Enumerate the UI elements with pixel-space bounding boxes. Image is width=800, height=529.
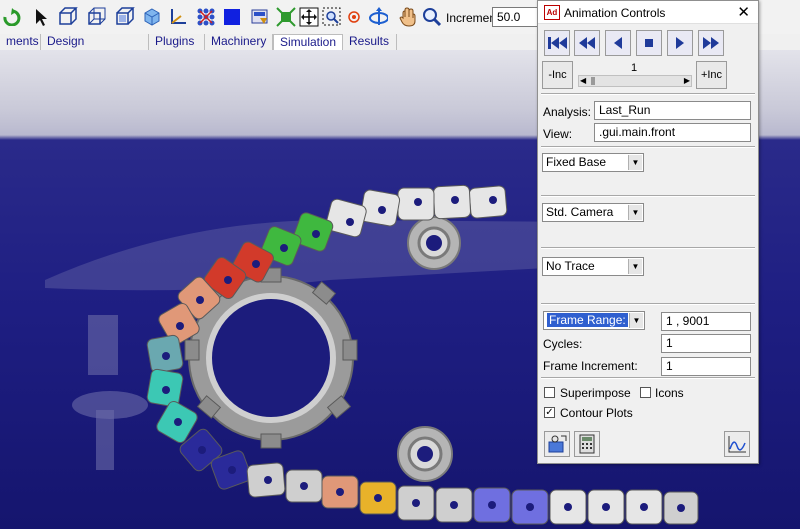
icons-label: Icons bbox=[655, 386, 684, 400]
tab-results[interactable]: Results bbox=[343, 34, 397, 50]
rotate-icon[interactable] bbox=[368, 7, 388, 27]
view-field[interactable]: .gui.main.front bbox=[594, 123, 751, 142]
step-back-icon bbox=[579, 37, 595, 49]
play-forward-button[interactable] bbox=[667, 30, 693, 56]
superimpose-checkbox[interactable] bbox=[544, 387, 555, 398]
slider-right-arrow-icon[interactable]: ▶ bbox=[684, 76, 690, 85]
base-select-value: Fixed Base bbox=[546, 155, 607, 169]
contour-plots-checkbox[interactable]: ✓ bbox=[544, 407, 555, 418]
base-select[interactable]: Fixed Base ▼ bbox=[542, 153, 644, 172]
divider bbox=[541, 195, 755, 197]
tab-plugins[interactable]: Plugins bbox=[149, 34, 205, 50]
slider-thumb[interactable] bbox=[591, 77, 595, 85]
upper-idler-pulley bbox=[407, 216, 461, 270]
zoom-icon[interactable] bbox=[422, 7, 442, 27]
tab-machinery[interactable]: Machinery bbox=[205, 34, 273, 50]
chevron-down-icon[interactable]: ▼ bbox=[628, 205, 642, 220]
calculator-button[interactable] bbox=[574, 431, 600, 457]
fit-zoom-icon[interactable] bbox=[299, 7, 319, 27]
app-logo-icon: Ad bbox=[544, 5, 560, 20]
mesh-grid-icon[interactable] bbox=[196, 7, 216, 27]
analysis-label: Analysis: bbox=[543, 105, 592, 119]
view-label: View: bbox=[543, 127, 573, 141]
chevron-down-icon[interactable]: ▼ bbox=[628, 155, 642, 170]
frame-range-field[interactable]: 1 , 9001 bbox=[661, 312, 751, 331]
trace-select-value: No Trace bbox=[546, 259, 595, 273]
animation-controls-dialog: Ad Animation Controls ✕ -Inc +Inc 1 ◀ ▶ … bbox=[537, 0, 759, 464]
cube-icon[interactable] bbox=[142, 7, 162, 27]
divider bbox=[541, 146, 755, 148]
cycles-field[interactable]: 1 bbox=[661, 334, 751, 353]
trace-select[interactable]: No Trace ▼ bbox=[542, 257, 644, 276]
slider-left-arrow-icon[interactable]: ◀ bbox=[580, 76, 586, 85]
render-icon[interactable] bbox=[250, 7, 270, 27]
step-back-button[interactable] bbox=[574, 30, 600, 56]
camera-select[interactable]: Std. Camera ▼ bbox=[542, 203, 644, 222]
cycles-label: Cycles: bbox=[543, 337, 583, 351]
lower-idler-pulley bbox=[397, 426, 453, 482]
play-reverse-icon bbox=[614, 37, 622, 49]
frame-increment-label: Frame Increment: bbox=[543, 359, 638, 373]
stop-icon bbox=[645, 39, 653, 47]
blue-square-icon[interactable] bbox=[222, 7, 242, 27]
divider bbox=[541, 93, 755, 95]
camera-select-value: Std. Camera bbox=[546, 205, 614, 219]
calculator-icon bbox=[579, 434, 595, 454]
increment-frame-button[interactable]: +Inc bbox=[696, 61, 727, 89]
frame-range-select-value: Frame Range: bbox=[547, 313, 628, 327]
tab-elements[interactable]: ments bbox=[0, 34, 41, 50]
divider bbox=[541, 303, 755, 305]
superimpose-label: Superimpose bbox=[560, 386, 631, 400]
tab-design-exploration[interactable]: Design Exploration bbox=[41, 34, 149, 63]
fit-icon[interactable] bbox=[276, 7, 296, 27]
play-forward-icon bbox=[676, 37, 684, 49]
stop-button[interactable] bbox=[636, 30, 662, 56]
chevron-down-icon[interactable]: ▼ bbox=[629, 313, 643, 328]
ghost-post-shape bbox=[88, 315, 118, 375]
select-arrow-icon[interactable] bbox=[31, 7, 51, 27]
dialog-title-bar: Ad Animation Controls ✕ bbox=[538, 1, 758, 24]
decrement-frame-button[interactable]: -Inc bbox=[542, 61, 573, 89]
chevron-down-icon[interactable]: ▼ bbox=[628, 259, 642, 274]
frame-range-select[interactable]: Frame Range: ▼ bbox=[543, 311, 645, 330]
frame-increment-field[interactable]: 1 bbox=[661, 357, 751, 376]
divider bbox=[541, 377, 755, 379]
save-animation-button[interactable] bbox=[544, 431, 570, 457]
axis-triad-icon[interactable] bbox=[168, 7, 188, 27]
increment-input[interactable] bbox=[492, 7, 540, 27]
tab-simulation[interactable]: Simulation bbox=[273, 34, 343, 50]
contour-plots-label: Contour Plots bbox=[560, 406, 633, 420]
box-solid-icon[interactable] bbox=[115, 7, 135, 27]
analysis-field[interactable]: Last_Run bbox=[594, 101, 751, 120]
fast-forward-icon bbox=[703, 37, 719, 49]
zoom-box-icon[interactable] bbox=[322, 7, 342, 27]
ghost-stem-shape bbox=[96, 410, 114, 470]
frame-number: 1 bbox=[630, 62, 638, 74]
rewind-to-start-button[interactable] bbox=[544, 30, 570, 56]
plot-button[interactable] bbox=[724, 431, 750, 457]
divider bbox=[541, 247, 755, 249]
undo-icon[interactable] bbox=[2, 7, 22, 27]
center-point-icon[interactable] bbox=[344, 7, 364, 27]
fast-forward-button[interactable] bbox=[698, 30, 724, 56]
rewind-to-start-icon bbox=[548, 37, 567, 49]
dialog-title: Animation Controls bbox=[564, 6, 666, 20]
line-plot-icon bbox=[728, 436, 746, 453]
pan-hand-icon[interactable] bbox=[398, 7, 418, 27]
wireframe-box-icon[interactable] bbox=[87, 7, 107, 27]
box-view-icon[interactable] bbox=[58, 7, 78, 27]
frame-slider[interactable]: ◀ ▶ bbox=[578, 75, 692, 87]
record-animation-icon bbox=[548, 435, 567, 453]
close-icon[interactable]: ✕ bbox=[737, 3, 750, 21]
icons-checkbox[interactable] bbox=[640, 387, 651, 398]
play-reverse-button[interactable] bbox=[605, 30, 631, 56]
